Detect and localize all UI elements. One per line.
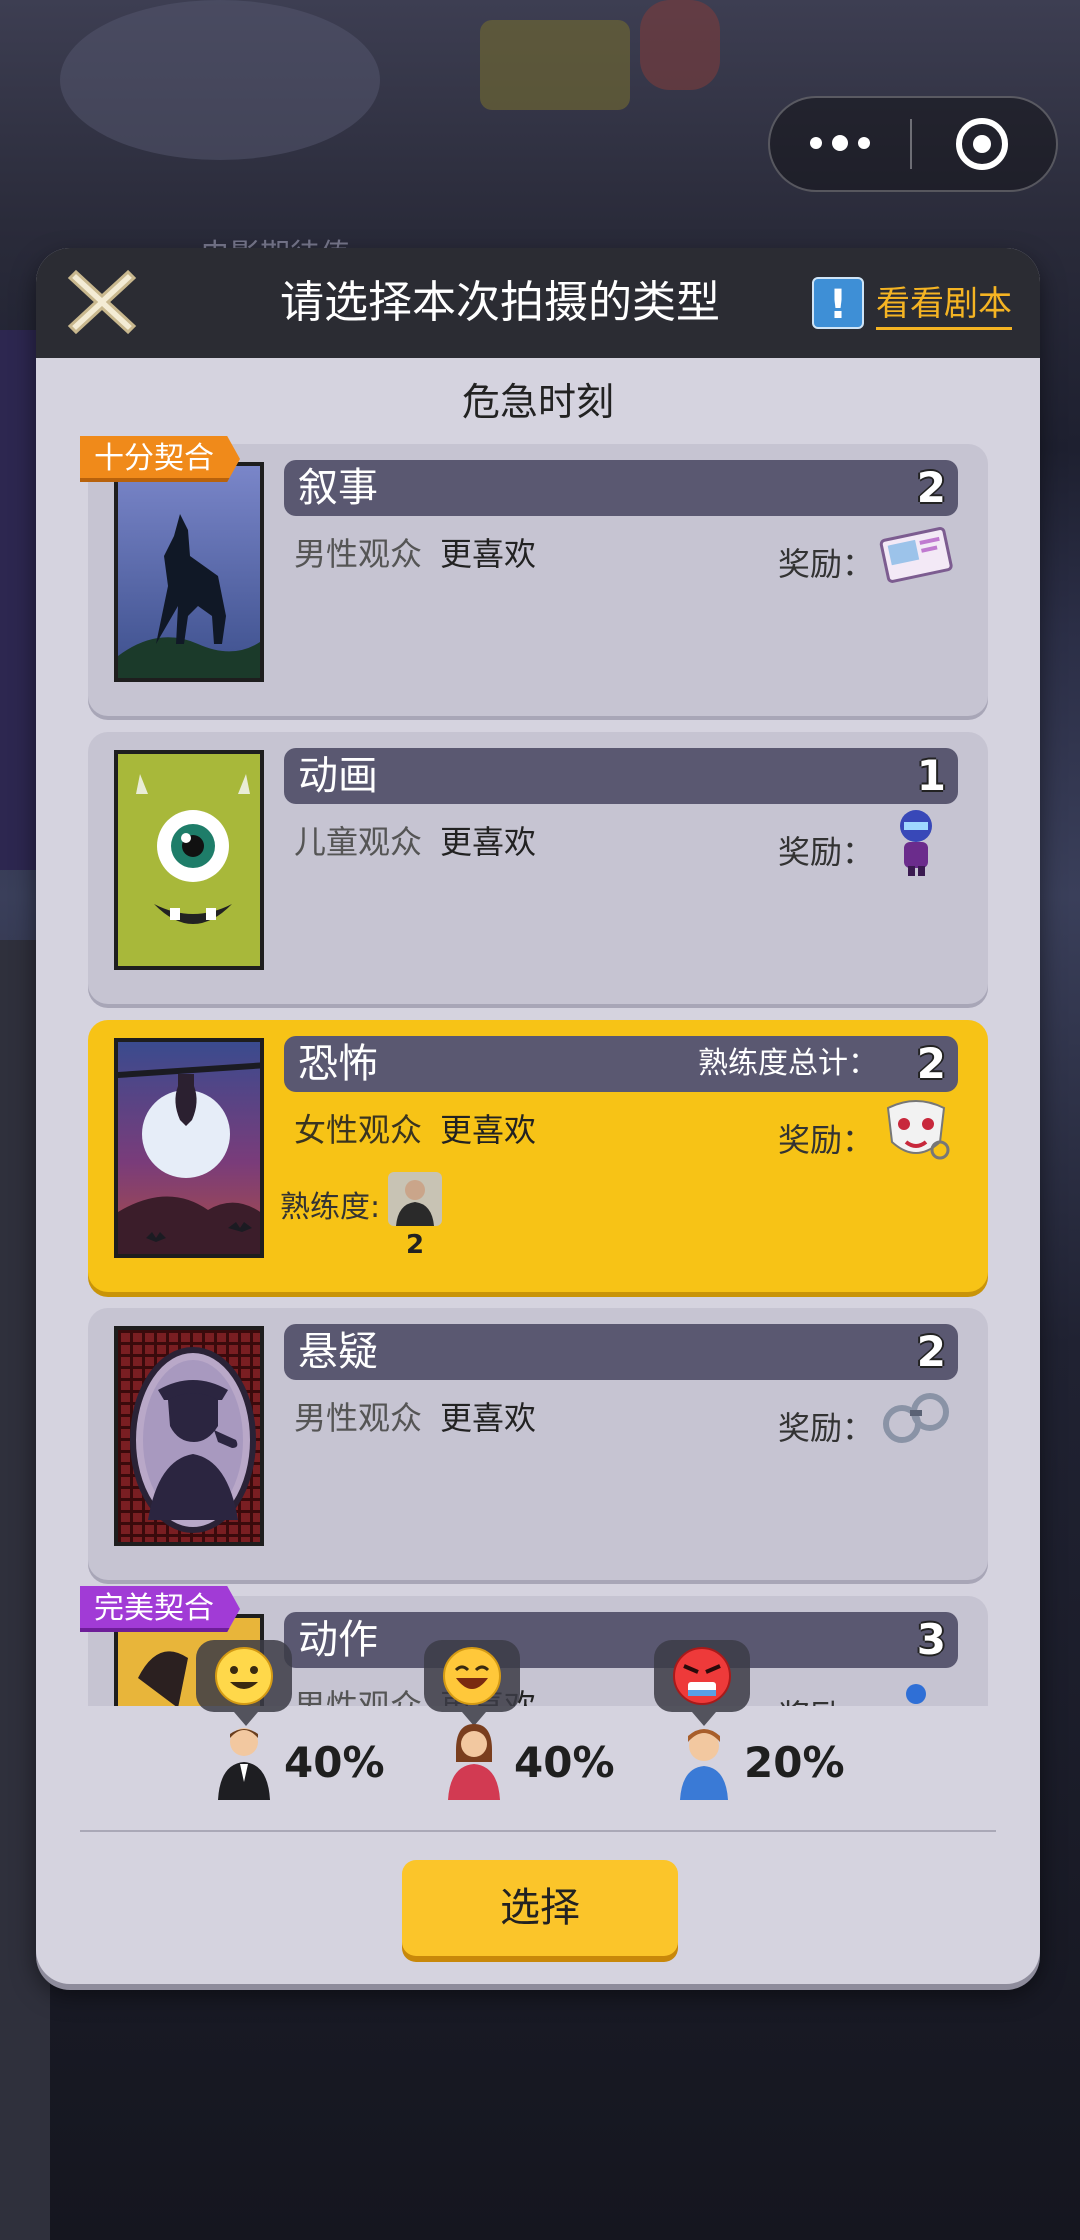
wolf-poster-icon — [114, 462, 264, 682]
genre-name: 叙事 — [298, 465, 378, 511]
actor-portrait-icon — [388, 1172, 442, 1226]
exit-target-icon[interactable] — [912, 118, 1052, 170]
proficiency-count: 2 — [406, 1230, 425, 1260]
dialog-title: 请选择本次拍摄的类型 — [280, 277, 720, 328]
scenario-title: 危急时刻 — [461, 380, 614, 424]
miniprogram-capsule — [768, 96, 1058, 192]
child-audience-icon — [680, 1729, 728, 1800]
genre-name: 动作 — [298, 1617, 378, 1663]
audience-type: 男性观众 — [294, 1687, 423, 1708]
male-audience-percent: 40% — [284, 1738, 385, 1787]
preference-text: 更喜欢 — [440, 823, 537, 861]
male-audience-icon — [218, 1728, 270, 1800]
bat-moon-poster-icon — [114, 1038, 264, 1258]
audience-preference: 男性观众更喜欢 — [294, 532, 536, 576]
view-script-link[interactable]: ! 看看剧本 — [812, 268, 1012, 338]
proficiency-label: 熟练度: — [280, 1190, 381, 1225]
child-audience-percent: 20% — [744, 1738, 845, 1787]
genre-card-animation[interactable]: 动画 1 儿童观众 更喜欢 奖励： — [88, 732, 988, 1004]
audience-type: 儿童观众 — [294, 823, 423, 861]
genre-count: 2 — [916, 463, 946, 512]
handcuffs-icon — [883, 1393, 949, 1443]
fit-tag-perfect: 完美契合 — [80, 1586, 240, 1632]
genre-name-bar: 悬疑 2 — [284, 1324, 958, 1380]
exclamation-icon: ! — [812, 277, 864, 329]
genre-name-bar: 叙事 2 — [284, 460, 958, 516]
genre-name: 恐怖 — [298, 1041, 378, 1087]
preference-text: 更喜欢 — [440, 1399, 537, 1437]
genre-card-horror[interactable]: 恐怖 熟练度总计： 2 女性观众 更喜欢 奖励： 熟练度: 2 — [88, 1020, 988, 1292]
close-icon[interactable] — [62, 262, 142, 342]
view-script-label: 看看剧本 — [876, 276, 1012, 330]
audience-type: 女性观众 — [294, 1111, 423, 1149]
audience-preference: 男性观众更喜欢 — [294, 1396, 536, 1440]
audience-preference: 女性观众 更喜欢 — [294, 1108, 536, 1152]
monster-poster-icon — [114, 750, 264, 970]
more-menu-icon[interactable] — [770, 135, 910, 151]
laughing-face-icon — [443, 1647, 501, 1705]
genre-count: 2 — [916, 1039, 946, 1088]
divider — [80, 1830, 996, 1832]
genre-name-bar: 恐怖 熟练度总计： 2 — [284, 1036, 958, 1092]
female-audience-icon — [448, 1724, 500, 1800]
proficiency-total-label: 熟练度总计： — [698, 1046, 878, 1081]
photo-ticket-icon — [879, 527, 953, 583]
fit-tag-very-good: 十分契合 — [80, 436, 240, 482]
genre-count: 3 — [916, 1615, 946, 1664]
happy-face-icon — [215, 1647, 273, 1705]
clown-mask-icon — [886, 1100, 950, 1160]
genre-name: 悬疑 — [298, 1329, 378, 1375]
audience-type: 男性观众 — [294, 535, 423, 573]
genre-name-bar: 动画 1 — [284, 748, 958, 804]
genre-name: 动画 — [298, 753, 378, 799]
genre-count: 1 — [916, 751, 946, 800]
genre-name-bar: 动作 3 — [284, 1612, 958, 1668]
preference-text: 更喜欢 — [440, 535, 537, 573]
genre-card-mystery[interactable]: 悬疑 2 男性观众 更喜欢 奖励： — [88, 1308, 988, 1580]
reward-label: 奖励： — [778, 1121, 875, 1159]
reaction-bubble — [196, 1640, 292, 1726]
reaction-bubble — [424, 1640, 520, 1726]
genre-list[interactable]: 叙事 2 男性观众 更喜欢 奖励： 动画 1 儿童观众 更喜欢 奖励： 恐怖 熟… — [36, 436, 1040, 1708]
purple-figure-icon — [900, 810, 932, 876]
audience-preference: 儿童观众 更喜欢 — [294, 820, 536, 864]
preference-text: 更喜欢 — [440, 1111, 537, 1149]
female-audience-percent: 40% — [514, 1738, 615, 1787]
genre-card-narrative[interactable]: 叙事 2 男性观众 更喜欢 奖励： — [88, 444, 988, 716]
genre-count: 2 — [916, 1327, 946, 1376]
select-button[interactable]: 选择 — [402, 1860, 678, 1956]
blue-figure-icon — [906, 1684, 926, 1704]
reward-label: 奖励： — [778, 1409, 875, 1447]
detective-poster-icon — [114, 1326, 264, 1546]
audience-type: 男性观众 — [294, 1399, 423, 1437]
reaction-bubble — [654, 1640, 750, 1726]
reward-label: 奖励： — [778, 833, 875, 871]
angry-face-icon — [673, 1647, 731, 1705]
reward-label: 奖励： — [778, 545, 875, 583]
